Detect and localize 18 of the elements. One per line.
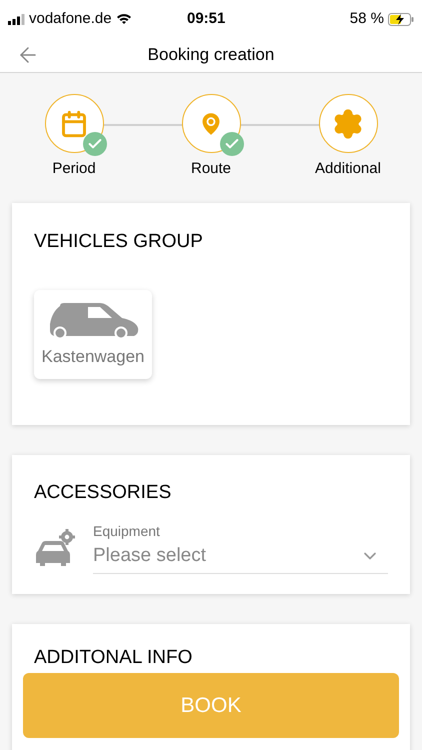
step-label: Period — [52, 159, 96, 179]
gear-icon — [332, 108, 364, 140]
equipment-select[interactable]: Equipment Please select — [93, 521, 388, 574]
calendar-icon — [60, 110, 88, 138]
section-title: VEHICLES GROUP — [34, 230, 204, 254]
section-title: ADDITONAL INFO — [34, 646, 194, 670]
signal-icon — [8, 14, 25, 24]
battery-charging-icon — [388, 12, 414, 26]
step-label: Additional — [315, 159, 381, 179]
battery-percentage: 58 % — [350, 8, 384, 29]
carrier-name: vodafone.de — [29, 8, 112, 29]
clock-time: 09:51 — [187, 8, 226, 29]
section-title: ACCESSORIES — [34, 480, 172, 504]
step-label: Route — [190, 159, 232, 179]
wifi-icon — [116, 13, 132, 25]
car-settings-icon — [34, 528, 76, 566]
vehicle-option[interactable]: Kastenwagen — [34, 290, 152, 379]
page-title: Booking creation — [148, 44, 274, 66]
